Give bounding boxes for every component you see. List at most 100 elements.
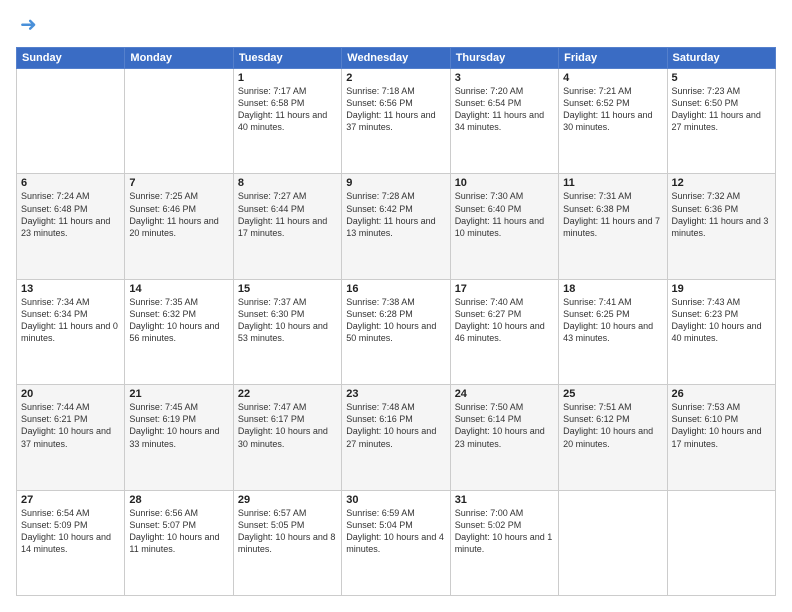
calendar-cell — [559, 490, 667, 595]
weekday-header-thursday: Thursday — [450, 48, 558, 69]
calendar-cell: 10Sunrise: 7:30 AM Sunset: 6:40 PM Dayli… — [450, 174, 558, 279]
week-row-4: 20Sunrise: 7:44 AM Sunset: 6:21 PM Dayli… — [17, 385, 776, 490]
day-info: Sunrise: 7:27 AM Sunset: 6:44 PM Dayligh… — [238, 190, 337, 239]
calendar-cell: 31Sunrise: 7:00 AM Sunset: 5:02 PM Dayli… — [450, 490, 558, 595]
day-number: 11 — [563, 177, 662, 189]
weekday-header-monday: Monday — [125, 48, 233, 69]
page: ➜ SundayMondayTuesdayWednesdayThursdayFr… — [0, 0, 792, 612]
logo-bird-icon: ➜ — [20, 12, 37, 37]
day-number: 8 — [238, 177, 337, 189]
calendar-cell — [667, 490, 775, 595]
day-info: Sunrise: 7:00 AM Sunset: 5:02 PM Dayligh… — [455, 507, 554, 556]
day-number: 27 — [21, 494, 120, 506]
day-number: 25 — [563, 388, 662, 400]
day-number: 23 — [346, 388, 445, 400]
day-info: Sunrise: 7:20 AM Sunset: 6:54 PM Dayligh… — [455, 85, 554, 134]
day-number: 5 — [672, 72, 771, 84]
day-number: 13 — [21, 283, 120, 295]
calendar-cell: 21Sunrise: 7:45 AM Sunset: 6:19 PM Dayli… — [125, 385, 233, 490]
logo: ➜ — [16, 16, 37, 37]
week-row-1: 1Sunrise: 7:17 AM Sunset: 6:58 PM Daylig… — [17, 69, 776, 174]
day-number: 2 — [346, 72, 445, 84]
calendar-cell: 15Sunrise: 7:37 AM Sunset: 6:30 PM Dayli… — [233, 279, 341, 384]
day-info: Sunrise: 7:44 AM Sunset: 6:21 PM Dayligh… — [21, 401, 120, 450]
weekday-header-row: SundayMondayTuesdayWednesdayThursdayFrid… — [17, 48, 776, 69]
calendar-cell: 8Sunrise: 7:27 AM Sunset: 6:44 PM Daylig… — [233, 174, 341, 279]
day-info: Sunrise: 7:35 AM Sunset: 6:32 PM Dayligh… — [129, 296, 228, 345]
week-row-3: 13Sunrise: 7:34 AM Sunset: 6:34 PM Dayli… — [17, 279, 776, 384]
calendar-cell: 29Sunrise: 6:57 AM Sunset: 5:05 PM Dayli… — [233, 490, 341, 595]
day-number: 22 — [238, 388, 337, 400]
calendar-cell: 16Sunrise: 7:38 AM Sunset: 6:28 PM Dayli… — [342, 279, 450, 384]
day-number: 6 — [21, 177, 120, 189]
day-info: Sunrise: 7:31 AM Sunset: 6:38 PM Dayligh… — [563, 190, 662, 239]
day-info: Sunrise: 6:57 AM Sunset: 5:05 PM Dayligh… — [238, 507, 337, 556]
day-info: Sunrise: 6:56 AM Sunset: 5:07 PM Dayligh… — [129, 507, 228, 556]
calendar-cell: 30Sunrise: 6:59 AM Sunset: 5:04 PM Dayli… — [342, 490, 450, 595]
day-info: Sunrise: 7:48 AM Sunset: 6:16 PM Dayligh… — [346, 401, 445, 450]
day-number: 24 — [455, 388, 554, 400]
day-number: 17 — [455, 283, 554, 295]
day-number: 10 — [455, 177, 554, 189]
calendar-cell: 3Sunrise: 7:20 AM Sunset: 6:54 PM Daylig… — [450, 69, 558, 174]
day-info: Sunrise: 7:47 AM Sunset: 6:17 PM Dayligh… — [238, 401, 337, 450]
calendar-cell: 7Sunrise: 7:25 AM Sunset: 6:46 PM Daylig… — [125, 174, 233, 279]
day-number: 31 — [455, 494, 554, 506]
day-number: 19 — [672, 283, 771, 295]
calendar-cell: 14Sunrise: 7:35 AM Sunset: 6:32 PM Dayli… — [125, 279, 233, 384]
calendar-cell: 28Sunrise: 6:56 AM Sunset: 5:07 PM Dayli… — [125, 490, 233, 595]
day-number: 30 — [346, 494, 445, 506]
day-info: Sunrise: 7:38 AM Sunset: 6:28 PM Dayligh… — [346, 296, 445, 345]
calendar-cell: 5Sunrise: 7:23 AM Sunset: 6:50 PM Daylig… — [667, 69, 775, 174]
calendar-cell: 26Sunrise: 7:53 AM Sunset: 6:10 PM Dayli… — [667, 385, 775, 490]
calendar-cell: 22Sunrise: 7:47 AM Sunset: 6:17 PM Dayli… — [233, 385, 341, 490]
calendar-cell: 2Sunrise: 7:18 AM Sunset: 6:56 PM Daylig… — [342, 69, 450, 174]
calendar: SundayMondayTuesdayWednesdayThursdayFrid… — [16, 47, 776, 596]
weekday-header-wednesday: Wednesday — [342, 48, 450, 69]
calendar-cell: 4Sunrise: 7:21 AM Sunset: 6:52 PM Daylig… — [559, 69, 667, 174]
day-info: Sunrise: 7:45 AM Sunset: 6:19 PM Dayligh… — [129, 401, 228, 450]
calendar-cell: 19Sunrise: 7:43 AM Sunset: 6:23 PM Dayli… — [667, 279, 775, 384]
day-info: Sunrise: 7:21 AM Sunset: 6:52 PM Dayligh… — [563, 85, 662, 134]
calendar-cell: 18Sunrise: 7:41 AM Sunset: 6:25 PM Dayli… — [559, 279, 667, 384]
calendar-cell — [17, 69, 125, 174]
weekday-header-tuesday: Tuesday — [233, 48, 341, 69]
day-info: Sunrise: 7:18 AM Sunset: 6:56 PM Dayligh… — [346, 85, 445, 134]
calendar-cell: 27Sunrise: 6:54 AM Sunset: 5:09 PM Dayli… — [17, 490, 125, 595]
day-info: Sunrise: 7:51 AM Sunset: 6:12 PM Dayligh… — [563, 401, 662, 450]
calendar-cell: 25Sunrise: 7:51 AM Sunset: 6:12 PM Dayli… — [559, 385, 667, 490]
calendar-cell: 24Sunrise: 7:50 AM Sunset: 6:14 PM Dayli… — [450, 385, 558, 490]
day-number: 15 — [238, 283, 337, 295]
day-info: Sunrise: 7:43 AM Sunset: 6:23 PM Dayligh… — [672, 296, 771, 345]
day-info: Sunrise: 7:53 AM Sunset: 6:10 PM Dayligh… — [672, 401, 771, 450]
weekday-header-friday: Friday — [559, 48, 667, 69]
day-info: Sunrise: 7:34 AM Sunset: 6:34 PM Dayligh… — [21, 296, 120, 345]
calendar-cell: 12Sunrise: 7:32 AM Sunset: 6:36 PM Dayli… — [667, 174, 775, 279]
day-info: Sunrise: 7:24 AM Sunset: 6:48 PM Dayligh… — [21, 190, 120, 239]
calendar-cell: 11Sunrise: 7:31 AM Sunset: 6:38 PM Dayli… — [559, 174, 667, 279]
day-info: Sunrise: 7:17 AM Sunset: 6:58 PM Dayligh… — [238, 85, 337, 134]
day-info: Sunrise: 7:40 AM Sunset: 6:27 PM Dayligh… — [455, 296, 554, 345]
week-row-5: 27Sunrise: 6:54 AM Sunset: 5:09 PM Dayli… — [17, 490, 776, 595]
calendar-cell: 9Sunrise: 7:28 AM Sunset: 6:42 PM Daylig… — [342, 174, 450, 279]
day-number: 18 — [563, 283, 662, 295]
day-info: Sunrise: 7:23 AM Sunset: 6:50 PM Dayligh… — [672, 85, 771, 134]
day-number: 1 — [238, 72, 337, 84]
day-number: 29 — [238, 494, 337, 506]
day-number: 14 — [129, 283, 228, 295]
day-number: 21 — [129, 388, 228, 400]
day-info: Sunrise: 7:25 AM Sunset: 6:46 PM Dayligh… — [129, 190, 228, 239]
calendar-cell: 6Sunrise: 7:24 AM Sunset: 6:48 PM Daylig… — [17, 174, 125, 279]
calendar-cell: 13Sunrise: 7:34 AM Sunset: 6:34 PM Dayli… — [17, 279, 125, 384]
day-info: Sunrise: 7:32 AM Sunset: 6:36 PM Dayligh… — [672, 190, 771, 239]
day-number: 4 — [563, 72, 662, 84]
day-number: 12 — [672, 177, 771, 189]
day-info: Sunrise: 7:41 AM Sunset: 6:25 PM Dayligh… — [563, 296, 662, 345]
day-number: 20 — [21, 388, 120, 400]
weekday-header-sunday: Sunday — [17, 48, 125, 69]
day-number: 7 — [129, 177, 228, 189]
weekday-header-saturday: Saturday — [667, 48, 775, 69]
calendar-cell: 17Sunrise: 7:40 AM Sunset: 6:27 PM Dayli… — [450, 279, 558, 384]
day-info: Sunrise: 6:54 AM Sunset: 5:09 PM Dayligh… — [21, 507, 120, 556]
calendar-cell: 23Sunrise: 7:48 AM Sunset: 6:16 PM Dayli… — [342, 385, 450, 490]
